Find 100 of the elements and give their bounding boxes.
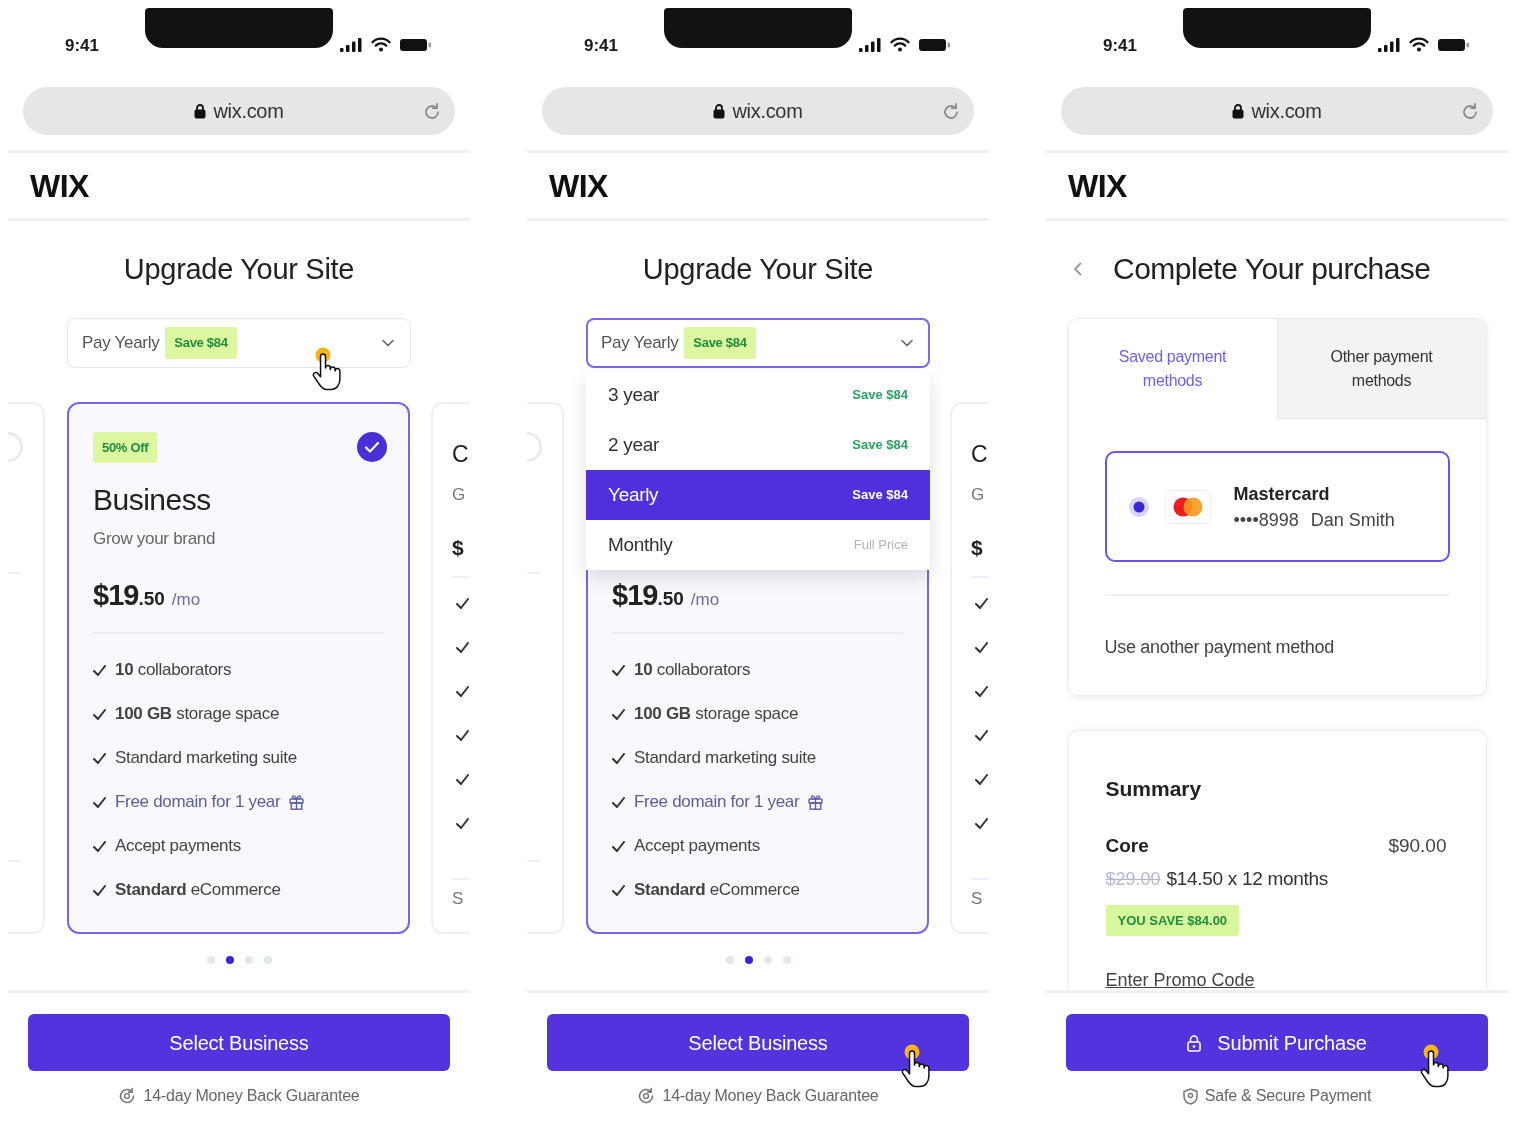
battery-icon: [919, 37, 950, 52]
secure-payment-text: Safe & Secure Payment: [1204, 1086, 1372, 1106]
plan-price: $19.50 /mo: [93, 578, 201, 610]
card-number: ••••8998: [1233, 508, 1299, 532]
url-text: wix.com: [732, 99, 803, 123]
plan-name: C: [971, 440, 988, 469]
page-title: Upgrade Your Site: [642, 252, 874, 287]
billing-select[interactable]: Pay Yearly Save $84: [67, 318, 411, 368]
billing-option[interactable]: Monthly Full Price: [586, 520, 930, 570]
status-time: 9:41: [1103, 36, 1138, 55]
lock-icon: [713, 103, 726, 119]
plan-price: $: [452, 535, 464, 561]
lock-icon: [194, 103, 207, 119]
check-icon: [612, 664, 625, 676]
signal-icon: [859, 37, 881, 52]
option-note: Full Price: [853, 536, 908, 555]
battery-icon: [1438, 37, 1469, 52]
option-note: Save $84: [852, 436, 908, 455]
address-bar[interactable]: wix.com: [542, 87, 974, 135]
select-plan-button[interactable]: Select Business: [547, 1014, 969, 1071]
feature-text: 100 GB storage space: [115, 703, 280, 725]
feature-text: Free domain for 1 year: [115, 791, 281, 813]
plan-card[interactable]: [527, 402, 564, 934]
billing-option[interactable]: 3 year Save $84: [586, 370, 930, 420]
billing-option[interactable]: Yearly Save $84: [586, 470, 930, 520]
guarantee-text: 14-day Money Back Guarantee: [143, 1086, 360, 1106]
check-icon: [93, 796, 106, 808]
circular-arrow-icon: [118, 1087, 137, 1105]
cardholder-name: Dan Smith: [1310, 508, 1395, 532]
check-icon: [93, 884, 106, 896]
plan-card[interactable]: [8, 402, 45, 934]
status-time: 9:41: [584, 36, 619, 55]
submit-purchase-button[interactable]: Submit Purchase: [1066, 1014, 1488, 1071]
saved-card-option[interactable]: Mastercard ••••8998 Dan Smith: [1104, 451, 1450, 562]
feature-text: 100 GB storage space: [634, 703, 799, 725]
payment-tab[interactable]: Other payment methods: [1276, 319, 1486, 419]
savings-badge: YOU SAVE $84.00: [1105, 905, 1240, 936]
feature-text: 10 collaborators: [634, 659, 751, 681]
plan-card[interactable]: C G $ S: [950, 402, 989, 934]
battery-icon: [400, 37, 431, 52]
plan-name: C: [452, 440, 469, 469]
feature-text: Free domain for 1 year: [634, 791, 800, 813]
feature-text: Standard marketing suite: [115, 747, 297, 769]
radio-button[interactable]: [1128, 496, 1149, 517]
payment-tab[interactable]: Saved payment methods: [1068, 319, 1277, 419]
plan-tagline: Grow your brand: [93, 528, 216, 550]
another-method-link[interactable]: Use another payment method: [1104, 635, 1334, 659]
lock-icon: [1187, 1033, 1202, 1052]
site-logo[interactable]: WIX: [30, 167, 89, 204]
signal-icon: [340, 37, 362, 52]
check-circle-icon: [357, 432, 387, 462]
summary-title: Summary: [1105, 776, 1202, 802]
check-icon: [612, 752, 625, 764]
plan-note: S: [971, 888, 983, 910]
option-note: Save $84: [852, 386, 908, 405]
plan-card[interactable]: $19.50 /mo 10 collaborators 100 GB storage space Standard marketing suite Free domain for 1 year Accept payments Standard eCommerce: [586, 570, 929, 934]
card-brand: Mastercard: [1233, 482, 1330, 506]
check-icon: [612, 796, 625, 808]
address-bar[interactable]: wix.com: [1061, 87, 1493, 135]
url-text: wix.com: [1251, 99, 1322, 123]
billing-select[interactable]: Pay Yearly Save $84: [586, 318, 930, 368]
feature-text: 10 collaborators: [115, 659, 232, 681]
status-time: 9:41: [65, 36, 100, 55]
wifi-icon: [890, 37, 910, 52]
site-logo[interactable]: WIX: [1068, 167, 1127, 204]
plan-price: $: [971, 535, 983, 561]
back-icon[interactable]: [1073, 262, 1082, 276]
check-icon: [93, 708, 106, 720]
reload-icon[interactable]: [943, 102, 959, 120]
discount-badge: 50% Off: [93, 432, 158, 463]
plan-tagline: G: [971, 484, 985, 506]
chevron-down-icon: [382, 339, 394, 347]
feature-text: Accept payments: [115, 835, 241, 857]
line-item-total: $90.00: [1388, 834, 1447, 858]
reload-icon[interactable]: [424, 102, 440, 120]
promo-code-link[interactable]: Enter Promo Code: [1105, 968, 1255, 990]
lock-icon: [1232, 103, 1245, 119]
circular-arrow-icon: [637, 1087, 656, 1105]
savings-badge: Save $84: [165, 327, 237, 359]
check-icon: [612, 708, 625, 720]
savings-badge: Save $84: [684, 327, 756, 359]
unit-price: $14.50 x 12 months: [1166, 867, 1329, 891]
address-bar[interactable]: wix.com: [23, 87, 455, 135]
page-title: Complete Your purchase: [1113, 251, 1431, 287]
plan-name: Business: [93, 482, 211, 518]
site-logo[interactable]: WIX: [549, 167, 608, 204]
billing-option[interactable]: 2 year Save $84: [586, 420, 930, 470]
feature-text: Accept payments: [634, 835, 760, 857]
feature-text: Standard marketing suite: [634, 747, 816, 769]
page-title: Upgrade Your Site: [123, 252, 355, 287]
plan-card[interactable]: C G $ S: [431, 402, 470, 934]
check-icon: [612, 884, 625, 896]
plan-note: S: [452, 888, 464, 910]
select-plan-button[interactable]: Select Business: [28, 1014, 450, 1071]
feature-text: Standard eCommerce: [634, 879, 800, 901]
shield-icon: [1182, 1087, 1198, 1105]
reload-icon[interactable]: [1462, 102, 1478, 120]
gift-icon: [808, 794, 824, 810]
old-price: $29.00: [1105, 868, 1161, 891]
plan-card[interactable]: 50% Off Business Grow your brand $19.50 /mo 10 collaborators 100 GB storage space Standard marketing suite Free domain for 1 year Accept payments Standard eCommerce: [67, 402, 410, 934]
